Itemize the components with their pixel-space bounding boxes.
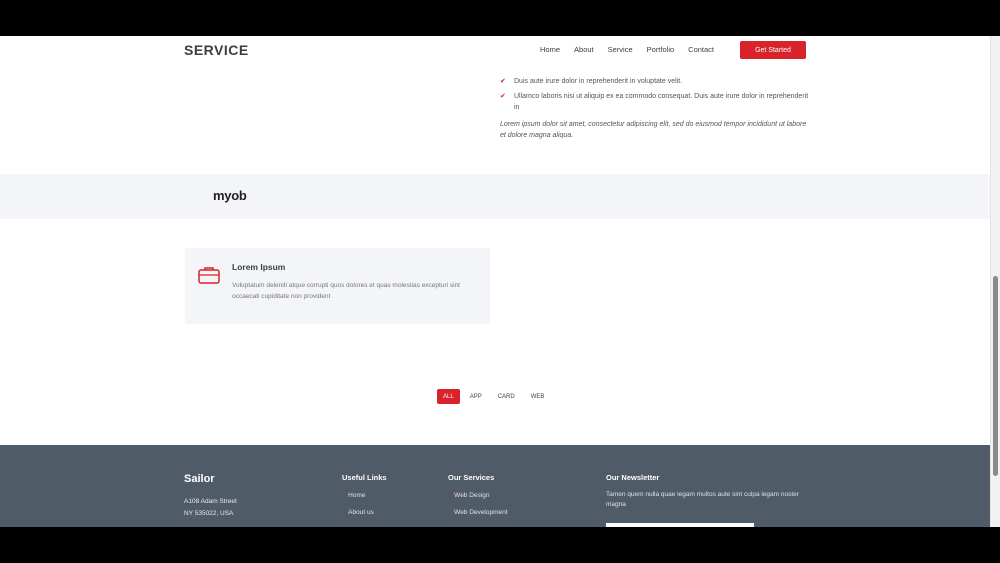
address-line: NY 535022, USA [184,510,234,517]
check-text: Duis aute irure dolor in reprehenderit i… [514,78,683,85]
letterbox-top [0,0,1000,36]
useful-links-title: Useful Links [342,473,387,482]
footer-link-label[interactable]: Web Development [454,509,507,516]
filter-web[interactable]: WEB [525,389,551,404]
briefcase-icon [198,267,220,284]
clients-section: myob [0,174,990,219]
filter-card[interactable]: CARD [492,389,521,404]
filter-app[interactable]: APP [464,389,488,404]
site-footer: Sailor A108 Adam Street NY 535022, USA U… [0,445,990,527]
newsletter-text: Tamen quem nulla quae legam multos aute … [606,491,799,508]
browser-viewport: SERVICE Home About Service Portfolio Con… [0,36,1000,527]
nav-service[interactable]: Service [608,45,633,54]
page-scrollbar[interactable] [990,36,1000,527]
about-content: ✔ Duis aute irure dolor in reprehenderit… [500,76,810,141]
scrollbar-thumb[interactable] [993,276,998,476]
about-paragraph: Lorem ipsum dolor sit amet, consectetur … [500,121,807,139]
footer-link-web-design[interactable]: › Web Design [448,492,508,499]
chevron-right-icon: › [342,509,345,516]
footer-link-label[interactable]: About us [348,509,374,516]
footer-link-web-development[interactable]: › Web Development [448,509,508,516]
main-nav: Home About Service Portfolio Contact [540,45,714,54]
newsletter-column: Our Newsletter Tamen quem nulla quae leg… [606,473,811,510]
nav-contact[interactable]: Contact [688,45,714,54]
site-header: SERVICE Home About Service Portfolio Con… [0,36,990,66]
check-text: Ullamco laboris nisi ut aliquip ex ea co… [514,93,809,111]
chevron-right-icon: › [448,492,451,499]
site-logo[interactable]: SERVICE [184,42,249,58]
get-started-button[interactable]: Get Started [740,41,806,59]
client-logo-myob: myob [213,188,247,203]
footer-address: A108 Adam Street NY 535022, USA [184,496,237,520]
footer-brand: Sailor [184,473,215,485]
check-list-item: ✔ Duis aute irure dolor in reprehenderit… [500,76,810,87]
services-column: Our Services › Web Design › Web Developm… [448,473,508,526]
check-icon: ✔ [500,93,506,100]
check-icon: ✔ [500,78,506,85]
footer-link-label[interactable]: Home [348,492,365,499]
portfolio-filters: ALL APP CARD WEB [437,389,550,404]
footer-link-about[interactable]: › About us [342,509,387,516]
footer-link-home[interactable]: › Home [342,492,387,499]
chevron-right-icon: › [448,509,451,516]
address-line: A108 Adam Street [184,498,237,505]
newsletter-title: Our Newsletter [606,473,660,482]
services-title: Our Services [448,473,495,482]
letterbox-bottom [0,527,1000,563]
footer-link-label[interactable]: Web Design [454,492,489,499]
chevron-right-icon: › [342,492,345,499]
service-description: Voluptatum deleniti atque corrupti quos … [232,282,460,300]
nav-home[interactable]: Home [540,45,560,54]
service-card: Lorem Ipsum Voluptatum deleniti atque co… [185,248,490,324]
filter-all[interactable]: ALL [437,389,460,404]
service-title[interactable]: Lorem Ipsum [232,262,285,272]
useful-links-column: Useful Links › Home › About us [342,473,387,526]
check-list-item: ✔ Ullamco laboris nisi ut aliquip ex ea … [500,91,810,113]
nav-portfolio[interactable]: Portfolio [647,45,675,54]
nav-about[interactable]: About [574,45,594,54]
